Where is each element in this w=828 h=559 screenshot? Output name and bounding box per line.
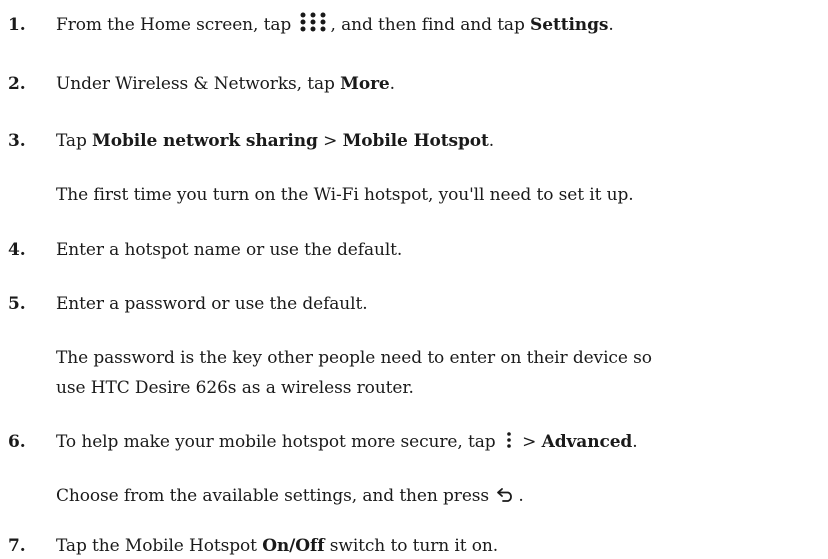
back-icon [496, 486, 516, 502]
step-text-part: switch to turn it on. [324, 536, 499, 556]
step-text: Under Wireless & Networks, tap More. [56, 73, 395, 95]
step-text-part: From the Home screen, tap [56, 15, 297, 35]
step-text-part: Under Wireless & Networks, tap [56, 74, 341, 94]
step-number: 4. [8, 240, 26, 260]
step-number: 5. [8, 294, 26, 314]
step-text-part: . [632, 432, 638, 452]
note-text: The password is the key other people nee… [56, 348, 652, 368]
step-text-part: . [488, 131, 495, 151]
step-number: 1. [8, 15, 26, 35]
step-text-part: To help make your mobile hotspot more se… [56, 432, 501, 452]
step-text-part: . [389, 74, 395, 94]
instruction-document: 1. From the Home screen, tap , and then … [0, 0, 828, 559]
more-options-icon [505, 431, 513, 449]
step-text-part: > [317, 131, 343, 151]
step-text-part: Tap the Mobile Hotspot [56, 536, 263, 556]
more-label: More [340, 74, 390, 94]
step-text: From the Home screen, tap , and then fin… [56, 11, 614, 37]
mobile-network-sharing-label: Mobile network sharing [92, 131, 318, 151]
note-text-part: Choose from the available settings, and … [56, 486, 495, 506]
step-text-part: , and then find and tap [330, 15, 531, 35]
step-text-part: . [608, 15, 614, 35]
step-text-part: Tap [56, 131, 93, 151]
mobile-hotspot-label: Mobile Hotspot [342, 131, 489, 151]
step-number: 2. [8, 74, 26, 94]
step-text: Enter a hotspot name or use the default. [56, 240, 403, 260]
step-number: 7. [8, 536, 26, 556]
step-text: Tap Mobile network sharing > Mobile Hots… [56, 130, 494, 152]
advanced-label: Advanced [541, 432, 633, 452]
note-text: The first time you turn on the Wi-Fi hot… [56, 185, 634, 205]
step-number: 3. [8, 131, 26, 151]
note-text-part: . [518, 486, 524, 506]
note-text: use HTC Desire 626s as a wireless router… [56, 378, 414, 398]
step-text: To help make your mobile hotspot more se… [56, 431, 638, 453]
apps-grid-icon [297, 11, 329, 33]
on-off-label: On/Off [262, 536, 325, 556]
note-text: Choose from the available settings, and … [56, 485, 524, 507]
step-number: 6. [8, 432, 26, 452]
settings-label: Settings [530, 15, 609, 35]
step-text: Tap the Mobile Hotspot On/Off switch to … [56, 535, 498, 557]
step-text-part: > [516, 432, 542, 452]
step-text: Enter a password or use the default. [56, 294, 368, 314]
